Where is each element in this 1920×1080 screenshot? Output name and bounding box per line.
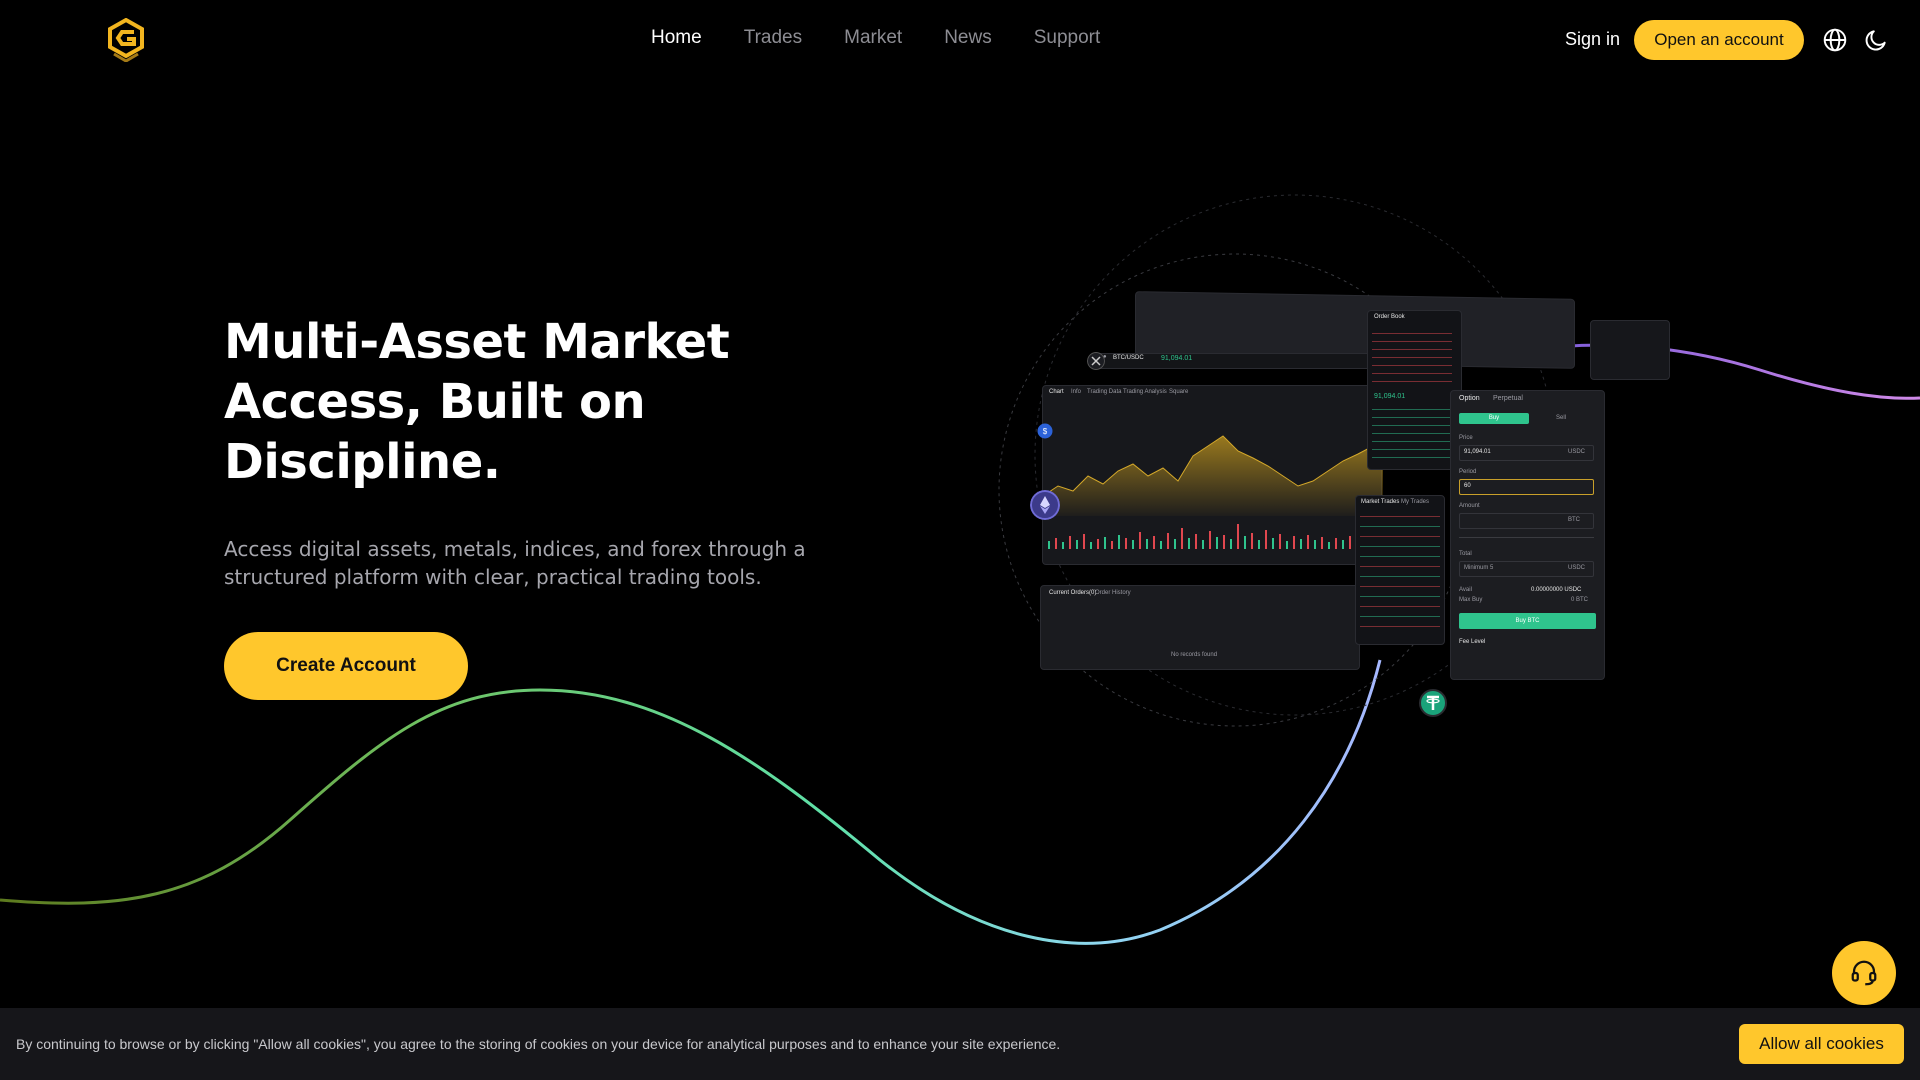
mock-period-label: Period (1459, 469, 1477, 475)
nav-trades[interactable]: Trades (744, 27, 802, 49)
site-header: Home Trades Market News Support Sign in … (0, 0, 1920, 80)
hero-subtitle: Access digital assets, metals, indices, … (224, 537, 806, 589)
sign-in-link[interactable]: Sign in (1565, 29, 1620, 50)
mock-amount-unit: BTC (1568, 517, 1580, 523)
nav-home[interactable]: Home (651, 27, 702, 49)
mock-price-unit: USDC (1568, 449, 1586, 455)
mock-chart-tab: Square (1169, 389, 1189, 395)
mock-period-field: 60 (1459, 479, 1594, 495)
mock-volume-bars (1048, 524, 1365, 549)
mock-chart-tab: Trading Data (1087, 389, 1122, 395)
mock-trade-form: Option Perpetual Buy Sell Price 91,094.0… (1450, 390, 1605, 680)
nav-news[interactable]: News (944, 27, 992, 49)
mock-pair: BTC/USDC (1113, 355, 1144, 361)
globe-icon[interactable] (1822, 27, 1848, 53)
mock-orders-tab: Order History (1095, 590, 1131, 596)
mock-trade-tab: Perpetual (1493, 395, 1523, 402)
mock-total-unit: USDC (1568, 565, 1586, 571)
svg-text:$: $ (1043, 427, 1048, 436)
mock-chart-tab: Info (1071, 389, 1082, 395)
moon-icon[interactable] (1863, 27, 1889, 53)
mock-fee-label: Fee Level (1459, 639, 1486, 645)
mock-market-trades-tab: My Trades (1401, 499, 1430, 505)
open-account-button[interactable]: Open an account (1634, 20, 1804, 60)
mock-total-field: Minimum 5 USDC (1459, 561, 1594, 577)
mock-trade-tab: Option (1459, 395, 1480, 402)
mock-chart-panel: Chart Info Trading Data Trading Analysis… (1042, 385, 1383, 565)
mock-orders-panel: Current Orders(0) Order History No recor… (1040, 585, 1360, 670)
mock-amount-field: BTC (1459, 513, 1594, 529)
mock-market-trades: Market Trades My Trades (1355, 495, 1445, 645)
mock-side-sell: Sell (1556, 415, 1567, 421)
mock-max-buy-value: 0 BTC (1571, 597, 1589, 603)
mock-price-label: Price (1459, 435, 1473, 441)
headset-icon (1851, 960, 1877, 986)
cookie-text: By continuing to browse or by clicking "… (16, 1036, 1061, 1052)
mock-order-book-title: Order Book (1374, 314, 1405, 320)
mock-chart-tab: Chart (1049, 389, 1064, 395)
cookie-banner: By continuing to browse or by clicking "… (0, 1008, 1920, 1080)
mock-amount-label: Amount (1459, 503, 1480, 509)
support-chat-button[interactable] (1832, 941, 1896, 1005)
mock-no-orders: No records found (1171, 652, 1218, 658)
mock-avail-label: Avail (1459, 587, 1472, 593)
mock-order-book: Order Book 91,094.01 (1367, 310, 1462, 470)
mock-total-placeholder: Minimum 5 (1464, 565, 1494, 571)
allow-cookies-button[interactable]: Allow all cookies (1739, 1024, 1904, 1064)
usdc-coin-icon: $ (1037, 423, 1053, 439)
nav-market[interactable]: Market (844, 27, 902, 49)
mock-amount-slider (1459, 537, 1594, 538)
mock-side-buy: Buy (1459, 413, 1529, 424)
main-nav: Home Trades Market News Support (651, 27, 1100, 49)
ethereum-coin-icon (1030, 490, 1060, 520)
mock-avail-value: 0.00000000 USDC (1531, 587, 1582, 593)
logo-icon[interactable] (108, 18, 144, 62)
mock-price-value: 91,094.01 (1464, 449, 1491, 455)
mock-price-chart (1043, 435, 1383, 549)
mock-total-label: Total (1459, 551, 1472, 557)
nav-support[interactable]: Support (1034, 27, 1101, 49)
mock-price-field: 91,094.01 USDC (1459, 445, 1594, 461)
mock-price: 91,094.01 (1161, 355, 1193, 362)
mock-period-value: 60 (1464, 483, 1471, 489)
xrp-coin-icon (1087, 352, 1105, 370)
hero-title: Multi-Asset Market Access, Built on Disc… (224, 314, 730, 490)
mock-mid-price: 91,094.01 (1374, 393, 1406, 400)
mock-chart-tab: Trading Analysis (1123, 389, 1167, 395)
mock-toolbar-panel (1590, 320, 1670, 380)
create-account-button[interactable]: Create Account (224, 632, 468, 700)
trading-dashboard-illustration: ● BTC/USDC 91,094.01 Chart Info Trading … (1030, 291, 1670, 717)
tether-coin-icon (1419, 689, 1447, 717)
mock-pair-bar: ● BTC/USDC 91,094.01 (1094, 353, 1394, 369)
mock-buy-button: Buy BTC (1459, 613, 1596, 629)
mock-market-trades-tab: Market Trades (1361, 499, 1400, 505)
mock-orders-tab: Current Orders(0) (1049, 590, 1097, 596)
mock-max-buy-label: Max Buy (1459, 597, 1483, 603)
